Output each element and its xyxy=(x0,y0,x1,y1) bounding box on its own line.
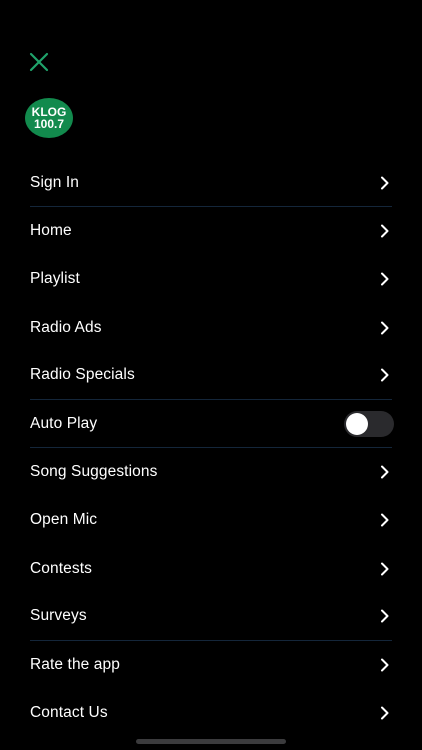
menu-item-label: Home xyxy=(30,222,72,240)
chevron-right-icon xyxy=(381,609,389,623)
chevron-right-icon xyxy=(381,465,389,479)
chevron-right-icon xyxy=(381,368,389,382)
chevron-right-icon xyxy=(381,272,389,286)
menu-item-label: Contests xyxy=(30,559,92,577)
menu-item-label: Contact Us xyxy=(30,704,108,722)
chevron-right-icon xyxy=(381,658,389,672)
chevron-right-icon xyxy=(381,176,389,190)
menu-item-rate-the-app[interactable]: Rate the app xyxy=(30,641,392,689)
chevron-right-icon xyxy=(381,562,389,576)
menu-item-contact-us[interactable]: Contact Us xyxy=(30,689,392,737)
menu-item-song-suggestions[interactable]: Song Suggestions xyxy=(30,448,392,496)
logo-line-2: 100.7 xyxy=(33,117,65,131)
close-button[interactable] xyxy=(28,51,50,73)
side-menu-screen: KLOG 100.7 Sign In Home Playlist Radio A… xyxy=(0,0,422,750)
menu-item-open-mic[interactable]: Open Mic xyxy=(30,496,392,544)
auto-play-toggle[interactable] xyxy=(344,410,394,437)
menu-item-label: Open Mic xyxy=(30,511,98,529)
menu-item-playlist[interactable]: Playlist xyxy=(30,255,392,303)
menu-item-home[interactable]: Home xyxy=(30,207,392,255)
toggle-knob xyxy=(346,412,368,435)
home-indicator[interactable] xyxy=(136,739,286,744)
menu-item-label: Radio Ads xyxy=(30,318,102,336)
menu-item-label: Rate the app xyxy=(30,655,120,673)
menu-item-label: Song Suggestions xyxy=(30,463,158,481)
menu-item-surveys[interactable]: Surveys xyxy=(30,593,392,641)
menu-item-label: Sign In xyxy=(30,173,79,191)
menu-item-contests[interactable]: Contests xyxy=(30,545,392,593)
menu-item-auto-play: Auto Play xyxy=(30,400,394,449)
chevron-right-icon xyxy=(381,706,389,720)
close-icon xyxy=(29,52,49,72)
menu-list: Sign In Home Playlist Radio Ads Radio Sp… xyxy=(0,159,422,737)
menu-item-label: Auto Play xyxy=(30,414,98,432)
menu-item-radio-specials[interactable]: Radio Specials xyxy=(30,352,392,400)
menu-item-label: Radio Specials xyxy=(30,366,135,384)
menu-item-radio-ads[interactable]: Radio Ads xyxy=(30,304,392,352)
chevron-right-icon xyxy=(381,321,389,335)
station-logo: KLOG 100.7 xyxy=(25,98,73,138)
menu-item-label: Playlist xyxy=(30,270,80,288)
menu-item-sign-in[interactable]: Sign In xyxy=(30,159,392,208)
chevron-right-icon xyxy=(381,513,389,527)
menu-item-label: Surveys xyxy=(30,607,87,625)
chevron-right-icon xyxy=(381,224,389,238)
